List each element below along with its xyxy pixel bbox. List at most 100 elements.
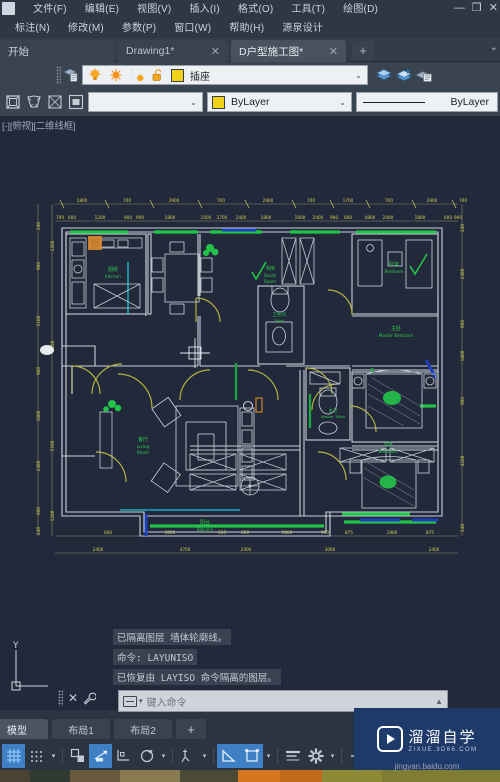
wrench-icon[interactable] bbox=[83, 692, 97, 705]
strip-seg bbox=[322, 770, 382, 782]
svg-text:600: 600 bbox=[68, 215, 76, 220]
menu-parametric[interactable]: 参数(P) bbox=[113, 19, 165, 38]
linetype-value: ByLayer bbox=[450, 96, 489, 108]
command-input[interactable]: 键入命令 bbox=[147, 694, 187, 709]
settings-gear-icon[interactable] bbox=[304, 744, 327, 768]
snap-settings-chevron-icon[interactable]: ▾ bbox=[48, 744, 59, 768]
unlock-padlock-icon[interactable] bbox=[148, 66, 167, 85]
3d-object-snap-icon[interactable] bbox=[135, 744, 158, 768]
layout-tab-1[interactable]: 布局1 bbox=[52, 719, 110, 739]
close-button[interactable]: ✕ bbox=[489, 1, 498, 15]
edit-block-icon[interactable] bbox=[24, 92, 43, 111]
svg-text:700: 700 bbox=[217, 198, 225, 203]
svg-text:1800: 1800 bbox=[460, 350, 465, 361]
ucs-y-label: Y bbox=[12, 641, 19, 651]
close-icon[interactable]: ✕ bbox=[68, 691, 78, 705]
tab-start[interactable]: 开始 bbox=[0, 40, 115, 62]
svg-text:2400: 2400 bbox=[93, 547, 104, 552]
selection-cycling-chevron-icon[interactable]: ▾ bbox=[263, 744, 274, 768]
drawing-canvas[interactable]: [-][俯视][二维线框] 1800 700 2900 700 2900 700… bbox=[0, 116, 500, 710]
svg-text:卧室: 卧室 bbox=[389, 261, 399, 268]
lightbulb-on-icon[interactable] bbox=[85, 66, 104, 85]
svg-text:Bedroom: Bedroom bbox=[379, 449, 398, 454]
app-menu-button[interactable] bbox=[2, 2, 15, 15]
plot-style-combo[interactable]: ⌄ bbox=[88, 92, 203, 112]
layout-tab-1-label: 布局1 bbox=[68, 725, 94, 737]
menu-tools[interactable]: 工具(T) bbox=[282, 0, 334, 19]
make-block-icon[interactable] bbox=[3, 92, 22, 111]
chevron-down-icon[interactable]: ▾ bbox=[139, 697, 143, 705]
chevron-down-icon[interactable]: ⌄ bbox=[490, 42, 498, 53]
tab-dhuxing[interactable]: D户型施工图* ✕ bbox=[231, 40, 346, 62]
layer-color-swatch[interactable] bbox=[171, 68, 184, 82]
block-editor-icon[interactable] bbox=[66, 92, 85, 111]
object-snap-tracking-icon[interactable] bbox=[176, 744, 199, 768]
menu-dimension[interactable]: 标注(N) bbox=[6, 19, 59, 38]
linetype-control-combo[interactable]: ByLayer bbox=[356, 92, 498, 112]
dynamic-ucs-icon[interactable] bbox=[217, 744, 240, 768]
chevron-down-icon[interactable]: ⌄ bbox=[352, 71, 365, 80]
svg-text:1800: 1800 bbox=[261, 215, 272, 220]
close-icon[interactable]: ✕ bbox=[211, 45, 220, 58]
watermark-subtitle: ZIXUE.3D66.COM bbox=[408, 746, 478, 753]
svg-text:900: 900 bbox=[136, 215, 144, 220]
viewport-label[interactable]: [-][俯视][二维线框] bbox=[2, 118, 76, 132]
menu-yuanquan[interactable]: 源泉设计 bbox=[273, 19, 332, 38]
menu-edit[interactable]: 编辑(E) bbox=[76, 0, 128, 19]
freeze-viewport-icon[interactable] bbox=[127, 66, 146, 85]
menu-modify[interactable]: 修改(M) bbox=[59, 19, 113, 38]
layout-tab-model[interactable]: 模型 bbox=[0, 719, 48, 739]
layer-match-icon[interactable] bbox=[414, 65, 433, 84]
grid-display-icon[interactable] bbox=[2, 744, 25, 768]
settings-chevron-icon[interactable]: ▾ bbox=[327, 744, 338, 768]
otrack-chevron-icon[interactable]: ▾ bbox=[199, 744, 210, 768]
restore-button[interactable]: ❐ bbox=[472, 1, 482, 15]
object-snap-icon[interactable] bbox=[112, 744, 135, 768]
svg-text:4800: 4800 bbox=[365, 215, 376, 220]
menu-draw[interactable]: 绘图(D) bbox=[334, 0, 387, 19]
layout-tab-2-label: 布局2 bbox=[130, 725, 156, 737]
command-prompt-icon[interactable] bbox=[123, 695, 137, 707]
tab-drawing1[interactable]: Drawing1* ✕ bbox=[118, 40, 228, 62]
menu-window[interactable]: 窗口(W) bbox=[165, 19, 220, 38]
minimize-button[interactable]: — bbox=[454, 1, 465, 15]
layer-control-combo[interactable]: 插座 ⌄ bbox=[82, 65, 368, 85]
snap-mode-icon[interactable] bbox=[25, 744, 48, 768]
play-icon bbox=[376, 726, 403, 752]
layout-tab-model-label: 模型 bbox=[7, 725, 27, 737]
menu-view[interactable]: 视图(V) bbox=[128, 0, 180, 19]
svg-text:700: 700 bbox=[307, 198, 315, 203]
menu-bar: 文件(F) 编辑(E) 视图(V) 插入(I) 格式(O) 工具(T) 绘图(D… bbox=[0, 0, 500, 38]
color-control-combo[interactable]: ByLayer ⌄ bbox=[207, 92, 352, 112]
command-line-grip[interactable] bbox=[58, 690, 63, 706]
3d-osnap-chevron-icon[interactable]: ▾ bbox=[158, 744, 169, 768]
block-attribute-icon[interactable] bbox=[45, 92, 64, 111]
layers-toolbar: 插座 ⌄ bbox=[0, 62, 500, 88]
menu-insert[interactable]: 插入(I) bbox=[180, 0, 228, 19]
polar-tracking-icon[interactable] bbox=[89, 744, 112, 768]
add-layout-button[interactable]: + bbox=[176, 719, 206, 739]
ortho-mode-icon[interactable] bbox=[66, 744, 89, 768]
chevron-down-icon[interactable]: ⌄ bbox=[187, 98, 200, 107]
make-object-layer-current-icon[interactable] bbox=[374, 65, 393, 84]
lineweight-icon[interactable] bbox=[281, 744, 304, 768]
watermark-title: 溜溜自学 bbox=[408, 728, 477, 746]
floor-plan-drawing[interactable]: 1800 700 2900 700 2900 700 1700 700 2900 700 … bbox=[0, 116, 500, 710]
chevron-down-icon[interactable]: ⌄ bbox=[336, 98, 349, 107]
layer-properties-icon[interactable] bbox=[61, 65, 80, 84]
menu-help[interactable]: 帮助(H) bbox=[220, 19, 273, 38]
svg-text:900: 900 bbox=[330, 215, 338, 220]
sun-freeze-icon[interactable] bbox=[106, 66, 125, 85]
expand-chevron-icon[interactable]: ▲ bbox=[435, 697, 443, 706]
selection-cycling-icon[interactable] bbox=[240, 744, 263, 768]
menu-format[interactable]: 格式(O) bbox=[229, 0, 282, 19]
close-icon[interactable]: ✕ bbox=[329, 45, 338, 58]
layout-tab-2[interactable]: 布局2 bbox=[114, 719, 172, 739]
layer-previous-icon[interactable] bbox=[394, 65, 413, 84]
svg-text:900: 900 bbox=[36, 367, 41, 375]
new-tab-button[interactable]: + bbox=[352, 41, 374, 60]
menu-file[interactable]: 文件(F) bbox=[24, 0, 76, 19]
svg-text:600: 600 bbox=[344, 215, 352, 220]
svg-text:客厅: 客厅 bbox=[138, 436, 148, 443]
svg-text:主卫: 主卫 bbox=[329, 407, 338, 414]
